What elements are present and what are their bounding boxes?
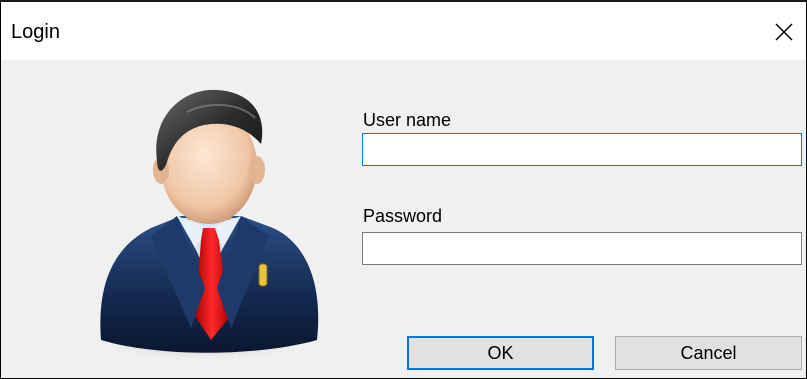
password-input[interactable] — [362, 232, 802, 265]
close-button[interactable] — [764, 12, 804, 52]
ok-button[interactable]: OK — [407, 336, 594, 370]
close-icon — [775, 23, 793, 41]
username-input[interactable] — [362, 133, 802, 166]
login-dialog: Login User name Password OK Cancel — [0, 0, 807, 379]
title-bar[interactable]: Login — [1, 2, 806, 60]
user-avatar-icon — [91, 89, 319, 360]
window-title: Login — [11, 21, 60, 43]
dialog-body: User name Password OK Cancel — [1, 60, 806, 378]
password-label: Password — [363, 206, 443, 226]
username-label: User name — [363, 110, 452, 130]
cancel-button[interactable]: Cancel — [615, 336, 802, 370]
